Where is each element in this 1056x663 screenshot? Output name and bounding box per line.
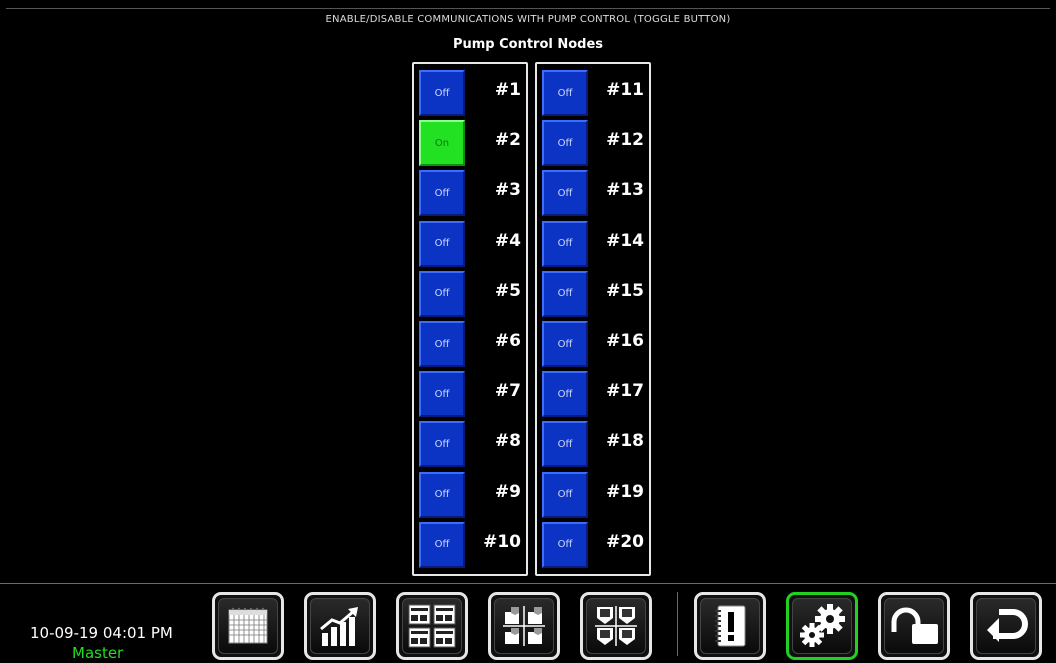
pump-node-row: Off #20 bbox=[542, 521, 646, 568]
node-number-label: #16 bbox=[606, 331, 644, 351]
pump-node-row: Off #16 bbox=[542, 321, 646, 367]
user-name: Master bbox=[72, 644, 124, 662]
pump-node-row: Off #18 bbox=[542, 421, 646, 468]
node-number-label: #10 bbox=[483, 531, 521, 552]
node-number-label: #3 bbox=[494, 180, 521, 201]
instruction-text: ENABLE/DISABLE COMMUNICATIONS WITH PUMP … bbox=[325, 14, 731, 25]
node-toggle-button[interactable]: Off bbox=[542, 270, 588, 317]
back-button[interactable] bbox=[970, 592, 1042, 660]
tags-button[interactable] bbox=[488, 592, 560, 660]
pump-node-row: Off #14 bbox=[542, 220, 646, 267]
node-toggle-button[interactable]: Off bbox=[542, 220, 588, 267]
pump-node-row: Off #5 bbox=[419, 270, 523, 317]
node-toggle-button[interactable]: Off bbox=[419, 471, 465, 518]
node-toggle-button[interactable]: Off bbox=[542, 421, 588, 468]
taskbar-divider bbox=[677, 592, 678, 656]
node-number-label: #11 bbox=[606, 80, 644, 100]
node-number-label: #20 bbox=[606, 531, 644, 552]
page-title: Pump Control Nodes bbox=[452, 37, 604, 52]
pump-node-row: Off #17 bbox=[542, 371, 646, 418]
datetime: 10-09-19 04:01 PM bbox=[30, 624, 173, 642]
tags-icon bbox=[503, 606, 545, 646]
trend-button[interactable] bbox=[304, 592, 376, 660]
node-toggle-button[interactable]: Off bbox=[419, 70, 465, 116]
node-column-right: Off #11 Off #12 Off #13 Off #14 Off #15 Off #16 Off #… bbox=[535, 62, 651, 576]
pump-node-row: Off #3 bbox=[419, 170, 523, 217]
node-toggle-button[interactable]: Off bbox=[419, 421, 465, 468]
pump-node-row: Off #1 bbox=[419, 70, 523, 116]
pump-node-row: Off #15 bbox=[542, 270, 646, 317]
bins-icon bbox=[595, 606, 637, 646]
node-number-label: #6 bbox=[494, 331, 521, 351]
pump-node-row: Off #4 bbox=[419, 220, 523, 267]
node-number-label: #2 bbox=[494, 130, 521, 151]
gears-icon bbox=[800, 604, 845, 647]
back-arrow-icon bbox=[987, 609, 1028, 642]
unlock-button[interactable] bbox=[878, 592, 950, 660]
pump-node-row: Off #9 bbox=[419, 471, 523, 518]
pump-node-row: Off #10 bbox=[419, 521, 523, 568]
node-number-label: #4 bbox=[494, 230, 521, 251]
node-toggle-button[interactable]: Off bbox=[542, 120, 588, 167]
pump-node-row: Off #8 bbox=[419, 421, 523, 468]
node-toggle-button[interactable]: Off bbox=[419, 521, 465, 568]
alarm-log-button[interactable] bbox=[694, 592, 766, 660]
node-number-label: #18 bbox=[606, 431, 644, 452]
node-toggle-button[interactable]: Off bbox=[419, 371, 465, 418]
node-toggle-button[interactable]: Off bbox=[542, 321, 588, 367]
node-toggle-button[interactable]: Off bbox=[542, 471, 588, 518]
pump-node-row: Off #7 bbox=[419, 371, 523, 418]
content-frame bbox=[6, 8, 1050, 583]
taskbar: 10-09-19 04:01 PM Master bbox=[0, 583, 1056, 663]
node-toggle-button[interactable]: Off bbox=[419, 321, 465, 367]
pump-node-row: Off #19 bbox=[542, 471, 646, 518]
node-number-label: #7 bbox=[494, 381, 521, 402]
node-toggle-button[interactable]: Off bbox=[419, 170, 465, 217]
pump-node-row: Off #6 bbox=[419, 321, 523, 367]
node-number-label: #14 bbox=[606, 230, 644, 251]
calendar-button[interactable] bbox=[212, 592, 284, 660]
pump-node-row: Off #11 bbox=[542, 70, 646, 116]
alarm-notebook-icon bbox=[715, 605, 746, 647]
pump-node-row: Off #12 bbox=[542, 120, 646, 167]
node-toggle-button[interactable]: On bbox=[419, 120, 465, 167]
unlock-icon bbox=[891, 607, 938, 644]
node-number-label: #15 bbox=[606, 280, 644, 301]
display-grid-button[interactable] bbox=[396, 592, 468, 660]
trend-chart-icon bbox=[320, 607, 358, 646]
display-grid-icon bbox=[408, 604, 456, 648]
node-number-label: #9 bbox=[494, 481, 521, 502]
settings-button[interactable] bbox=[786, 592, 858, 660]
node-toggle-button[interactable]: Off bbox=[419, 270, 465, 317]
node-toggle-button[interactable]: Off bbox=[542, 521, 588, 568]
node-number-label: #1 bbox=[494, 80, 521, 100]
node-toggle-button[interactable]: Off bbox=[419, 220, 465, 267]
node-number-label: #13 bbox=[606, 180, 644, 201]
node-toggle-button[interactable]: Off bbox=[542, 70, 588, 116]
calendar-icon bbox=[228, 607, 268, 644]
node-number-label: #5 bbox=[494, 280, 521, 301]
node-toggle-button[interactable]: Off bbox=[542, 170, 588, 217]
bins-button[interactable] bbox=[580, 592, 652, 660]
pump-node-row: Off #13 bbox=[542, 170, 646, 217]
node-number-label: #17 bbox=[606, 381, 644, 402]
node-number-label: #8 bbox=[494, 431, 521, 452]
node-number-label: #19 bbox=[606, 481, 644, 502]
node-number-label: #12 bbox=[606, 130, 644, 151]
pump-node-row: On #2 bbox=[419, 120, 523, 167]
node-toggle-button[interactable]: Off bbox=[542, 371, 588, 418]
node-column-left: Off #1 On #2 Off #3 Off #4 Off #5 Off #6 Off #7 Off #8 O… bbox=[412, 62, 528, 576]
